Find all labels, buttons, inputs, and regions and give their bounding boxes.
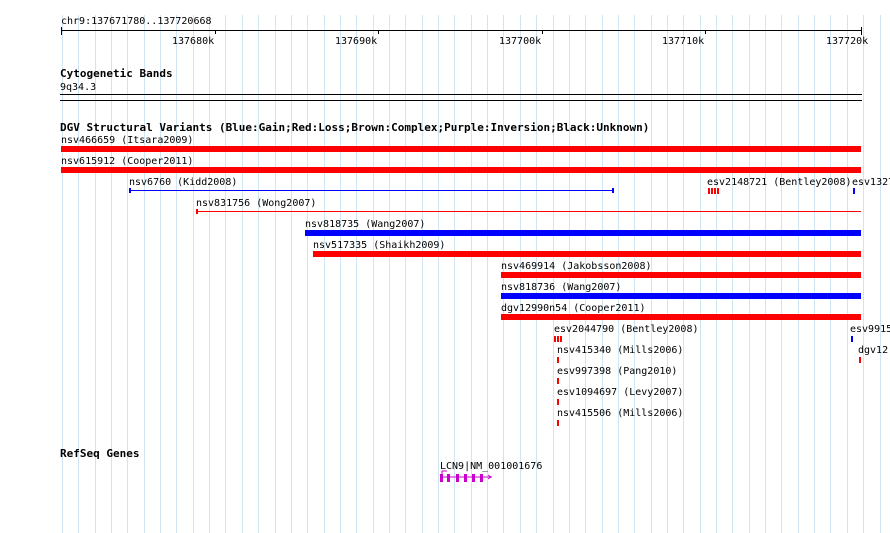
position-label: chr9:137671780..137720668 [61,16,212,27]
variant-label: nsv818736 (Wang2007) [501,282,622,293]
variant-label: nsv517335 (Shaikh2009) [313,240,446,251]
grid-line [438,15,439,533]
ruler-tick [705,30,706,34]
variant-bar-loss[interactable] [196,211,861,212]
variant-bar-loss[interactable] [708,188,719,194]
ruler-start-tick [61,27,62,35]
grid-line [880,15,881,533]
variant-label: nsv415506 (Mills2006) [557,408,684,419]
variant-bar-loss[interactable] [557,378,559,384]
grid-line [422,15,423,533]
genome-browser-track-view: chr9:137671780..137720668 137680k 137690… [0,0,890,533]
ruler-axis [61,30,862,31]
dgv-track-title[interactable]: DGV Structural Variants (Blue:Gain;Red:L… [60,122,649,134]
variant-bar-gain[interactable] [853,188,855,194]
grid-line [225,15,226,533]
variant-label: nsv469914 (Jakobsson2008) [501,261,652,272]
variant-bar-end [196,209,198,214]
grid-line [340,15,341,533]
grid-line [258,15,259,533]
grid-line [291,15,292,533]
gene-model-lcn9[interactable] [438,470,494,486]
ruler-tick-label: 137680k [172,36,215,47]
grid-line [209,15,210,533]
grid-line [160,15,161,533]
grid-line [471,15,472,533]
variant-label: dgv12990n54 (Cooper2011) [501,303,646,314]
ruler-tick-label: 137720k [826,36,869,47]
variant-bar-loss[interactable] [501,272,861,278]
variant-label: nsv818735 (Wang2007) [305,219,426,230]
grid-line [242,15,243,533]
grid-line [373,15,374,533]
ruler-tick-label: 137710k [662,36,705,47]
variant-bar-gain[interactable] [501,293,861,299]
ruler-tick [378,30,379,34]
grid-line [307,15,308,533]
variant-bar-loss[interactable] [859,357,861,363]
cytoband-label: 9q34.3 [60,82,97,93]
grid-line [176,15,177,533]
variant-label: esv9915 [850,324,890,335]
variant-label: esv2148721 (Bentley2008) [707,177,852,188]
variant-label: nsv6760 (Kidd2008) [129,177,238,188]
variant-bar-loss[interactable] [61,167,861,173]
cytoband-top-border [60,94,862,95]
refseq-track-title[interactable]: RefSeq Genes [60,448,139,460]
variant-label: esv2044790 (Bentley2008) [554,324,699,335]
variant-bar-end [129,188,131,193]
variant-bar-loss[interactable] [501,314,861,320]
ruler-tick [542,30,543,34]
variant-bar-loss[interactable] [557,357,559,363]
variant-bar-loss[interactable] [554,336,563,342]
variant-label: nsv415340 (Mills2006) [557,345,684,356]
variant-label: nsv466659 (Itsara2009) [61,135,194,146]
variant-label: nsv615912 (Cooper2011) [61,156,194,167]
variant-bar-gain[interactable] [129,190,614,191]
grid-line [405,15,406,533]
grid-line [389,15,390,533]
grid-line [324,15,325,533]
variant-bar-loss[interactable] [557,399,559,405]
cytoband-bottom-border [60,100,862,101]
variant-label: nsv831756 (Wong2007) [196,198,317,209]
variant-bar-gain[interactable] [305,230,861,236]
ruler-tick [215,30,216,34]
ruler-tick [861,30,862,34]
ruler-tick-label: 137690k [335,36,378,47]
variant-bar-gain[interactable] [851,336,853,342]
grid-line [193,15,194,533]
grid-line [454,15,455,533]
variant-label: esv1094697 (Levy2007) [557,387,684,398]
ruler-tick-label: 137700k [499,36,542,47]
variant-bar-end [612,188,614,193]
variant-label: dgv12 [858,345,889,356]
variant-bar-loss[interactable] [61,146,861,152]
grid-line [275,15,276,533]
variant-bar-loss[interactable] [557,420,559,426]
grid-line [144,15,145,533]
cytoband-track-title[interactable]: Cytogenetic Bands [60,68,173,80]
variant-label: esv1327 [852,177,890,188]
variant-bar-loss[interactable] [313,251,861,257]
variant-label: esv997398 (Pang2010) [557,366,678,377]
grid-line [487,15,488,533]
grid-line [356,15,357,533]
grid-line [863,15,864,533]
